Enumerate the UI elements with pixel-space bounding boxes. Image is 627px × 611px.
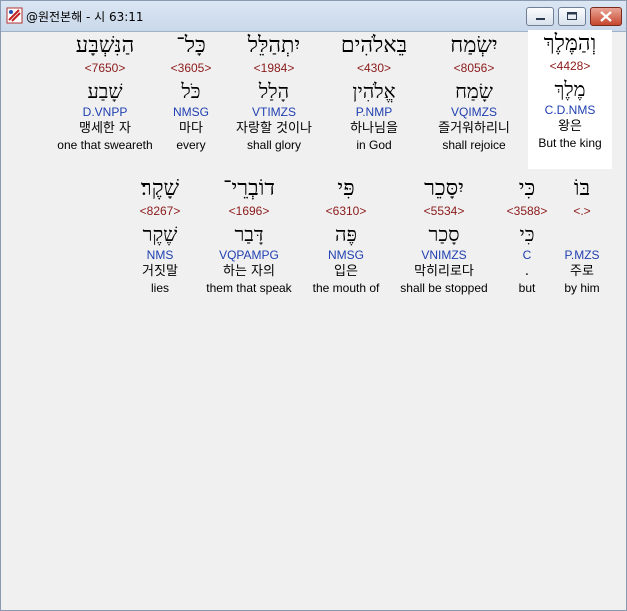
parsing-code: D.VNPP [82, 105, 128, 119]
english-gloss: shall be stopped [400, 281, 488, 295]
parsing-code: P.NMP [355, 105, 393, 119]
parsing-code: NMS [146, 248, 174, 262]
english-gloss: shall rejoice [442, 138, 506, 152]
parsing-code: P.MZS [564, 248, 600, 262]
app-window: @원전본해 - 시 63:11 וְהַמֶּלֶךְ <4428> מֶלֶך… [0, 0, 627, 611]
hebrew-word: כָּל־ [176, 33, 206, 58]
lexical-root: כֹּל [181, 79, 201, 103]
close-button[interactable] [590, 7, 622, 26]
hebrew-word: כִּי [518, 176, 536, 201]
lexical-root: מֶלֶךְ [554, 77, 586, 101]
close-icon [600, 11, 612, 22]
hebrew-word: בֵּאלֹהִים [340, 33, 408, 58]
word-block-3[interactable]: בֵּאלֹהִים <430> אֱלֹהִין P.NMP 하나님을 in … [324, 32, 424, 153]
hebrew-word: דוֹבְרֵי־ [223, 176, 275, 201]
english-gloss: shall glory [246, 138, 302, 152]
parsing-code: VQIMZS [450, 105, 497, 119]
word-block-5[interactable]: כָּל־ <3605> כֹּל NMSG 마다 every [162, 32, 220, 153]
parsing-code: VQPAMPG [219, 248, 279, 262]
maximize-icon [567, 12, 577, 20]
english-gloss: them that speak [206, 281, 292, 295]
strong-number[interactable]: <5534> [392, 203, 496, 219]
title-bar[interactable]: @원전본해 - 시 63:11 [1, 1, 626, 32]
hebrew-word: וְהַמֶּלֶךְ [543, 31, 597, 56]
english-gloss: one that sweareth [57, 138, 153, 152]
word-block-8[interactable]: כִּי <3588> כִּי C . but [502, 175, 552, 296]
word-block-11[interactable]: דוֹבְרֵי־ <1696> דָּבַר VQPAMPG 하는 자의 th… [199, 175, 299, 296]
parsing-code: C [522, 248, 532, 262]
word-block-7[interactable]: בּוֹ <.> P.MZS 주로 by him [555, 175, 609, 296]
lexical-root [555, 219, 609, 247]
minimize-icon [536, 18, 545, 20]
strong-number[interactable]: <3605> [162, 60, 220, 76]
strong-number[interactable]: <4428> [528, 58, 612, 74]
app-logo-icon [6, 7, 23, 24]
parsing-code: NMSG [173, 105, 209, 119]
korean-gloss: 주로 [570, 264, 594, 279]
strong-number[interactable]: <1984> [221, 60, 327, 76]
strong-number[interactable]: <430> [324, 60, 424, 76]
korean-gloss: 거짓말 [142, 264, 178, 279]
interlinear-panel: וְהַמֶּלֶךְ <4428> מֶלֶךְ C.D.NMS 왕은 But… [9, 30, 618, 604]
strong-number[interactable]: <8056> [424, 60, 524, 76]
hebrew-word: יִתְהַלֵּל [247, 33, 301, 58]
word-block-12[interactable]: שָׁקֶר׃ <8267> שֶׁקֶר NMS 거짓말 lies [125, 175, 195, 296]
hebrew-word: בּוֹ [573, 176, 591, 201]
word-block-6[interactable]: הַנִּשְׁבָּע <7650> שָׁבַע D.VNPP 맹세한 자 … [51, 32, 159, 153]
word-block-2[interactable]: יִשְׂמַח <8056> שָׂמַח VQIMZS 즐거워하리니 sha… [424, 32, 524, 153]
parsing-code: C.D.NMS [544, 103, 596, 117]
parsing-code: VTIMZS [252, 105, 296, 119]
english-gloss: lies [150, 281, 169, 295]
word-block-4[interactable]: יִתְהַלֵּל <1984> הָלַל VTIMZS 자랑할 것이나 s… [221, 32, 327, 153]
korean-gloss: 입은 [334, 264, 358, 279]
minimize-button[interactable] [526, 7, 554, 26]
english-gloss: every [176, 138, 206, 152]
korean-gloss: 하는 자의 [223, 264, 275, 279]
strong-number[interactable]: <8267> [125, 203, 195, 219]
word-block-10[interactable]: פִּי <6310> פֶּה NMSG 입은 the mouth of [302, 175, 390, 296]
lexical-root: שָׁבַע [87, 79, 123, 103]
strong-number[interactable]: <3588> [502, 203, 552, 219]
lexical-root: שָׂמַח [455, 79, 493, 103]
english-gloss: by him [564, 281, 600, 295]
korean-gloss: 마다 [179, 121, 203, 136]
lexical-root: סָכַר [428, 222, 460, 246]
strong-number[interactable]: <7650> [51, 60, 159, 76]
korean-gloss: 막히리로다 [414, 264, 474, 279]
hebrew-word: שָׁקֶר׃ [140, 176, 180, 201]
korean-gloss: . [524, 264, 530, 279]
hebrew-word: הַנִּשְׁבָּע [75, 33, 135, 58]
lexical-root: פֶּה [335, 222, 357, 246]
parsing-code: VNIMZS [421, 248, 467, 262]
hebrew-word: יִסָּכֵר [424, 176, 464, 201]
english-gloss: in God [356, 138, 392, 152]
maximize-button[interactable] [558, 7, 586, 26]
lexical-root: כִּי [519, 222, 535, 246]
korean-gloss: 자랑할 것이나 [236, 121, 312, 136]
english-gloss: But the king [538, 136, 602, 150]
lexical-root: הָלַל [258, 79, 290, 103]
english-gloss: but [518, 281, 536, 295]
strong-number[interactable]: <.> [555, 203, 609, 219]
window-title: @원전본해 - 시 63:11 [26, 10, 144, 24]
lexical-root: דָּבַר [234, 222, 264, 246]
lexical-root: שֶׁקֶר [142, 222, 178, 246]
korean-gloss: 하나님을 [350, 121, 398, 136]
strong-number[interactable]: <1696> [199, 203, 299, 219]
korean-gloss: 즐거워하리니 [438, 121, 510, 136]
strong-number[interactable]: <6310> [302, 203, 390, 219]
word-block-1[interactable]: וְהַמֶּלֶךְ <4428> מֶלֶךְ C.D.NMS 왕은 But… [528, 30, 612, 169]
word-block-9[interactable]: יִסָּכֵר <5534> סָכַר VNIMZS 막히리로다 shall… [392, 175, 496, 296]
korean-gloss: 맹세한 자 [79, 121, 131, 136]
hebrew-word: יִשְׂמַח [450, 33, 498, 58]
lexical-root: אֱלֹהִין [352, 79, 396, 103]
parsing-code: NMSG [328, 248, 364, 262]
korean-gloss: 왕은 [558, 119, 582, 134]
hebrew-word: פִּי [337, 176, 355, 201]
english-gloss: the mouth of [312, 281, 380, 295]
